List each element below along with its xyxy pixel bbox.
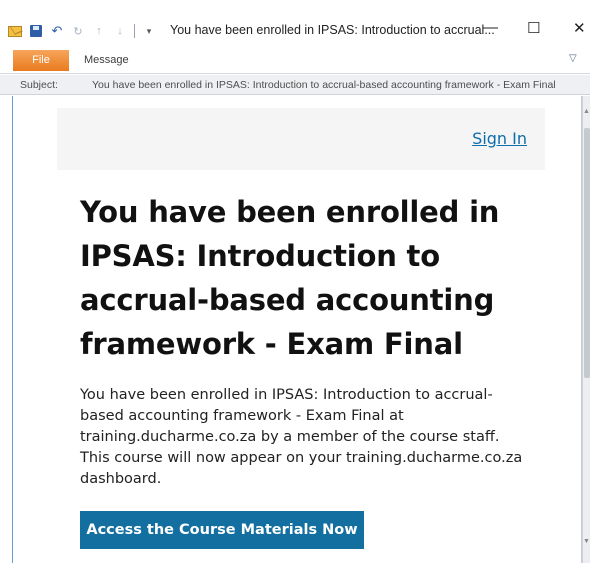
sign-in-link[interactable]: Sign In [472,129,527,148]
subject-label: Subject: [20,79,58,91]
minimize-button[interactable]: — [483,19,498,36]
subject-value: You have been enrolled in IPSAS: Introdu… [92,79,556,91]
redo-icon[interactable]: ↻ [71,24,85,38]
undo-icon[interactable]: ↶ [50,23,64,38]
email-heading: You have been enrolled in IPSAS: Introdu… [80,195,500,361]
customize-dropdown-icon[interactable]: ▾ [142,24,156,38]
previous-icon[interactable]: ↑ [92,24,106,38]
next-icon[interactable]: ↓ [113,24,127,38]
quick-access-toolbar: ↶ ↻ ↑ ↓ ▾ [8,22,156,40]
scroll-thumb[interactable] [584,128,590,378]
window-title: You have been enrolled in IPSAS: Introdu… [170,23,495,37]
scroll-down-icon[interactable]: ▼ [583,538,590,552]
tab-file[interactable]: File [13,50,69,71]
email-header-bar: Sign In [57,108,545,170]
ribbon-expand-icon[interactable]: ▽ [569,53,577,64]
toolbar-separator [134,24,135,38]
save-icon[interactable] [29,24,43,38]
tab-message[interactable]: Message [84,54,129,66]
email-body-text: You have been enrolled in IPSAS: Introdu… [80,387,523,487]
access-course-button[interactable]: Access the Course Materials Now [80,511,364,549]
close-button[interactable]: ✕ [573,19,586,37]
maximize-button[interactable]: ☐ [527,19,540,37]
scroll-up-icon[interactable]: ▲ [583,108,590,126]
mail-icon[interactable] [8,24,22,38]
